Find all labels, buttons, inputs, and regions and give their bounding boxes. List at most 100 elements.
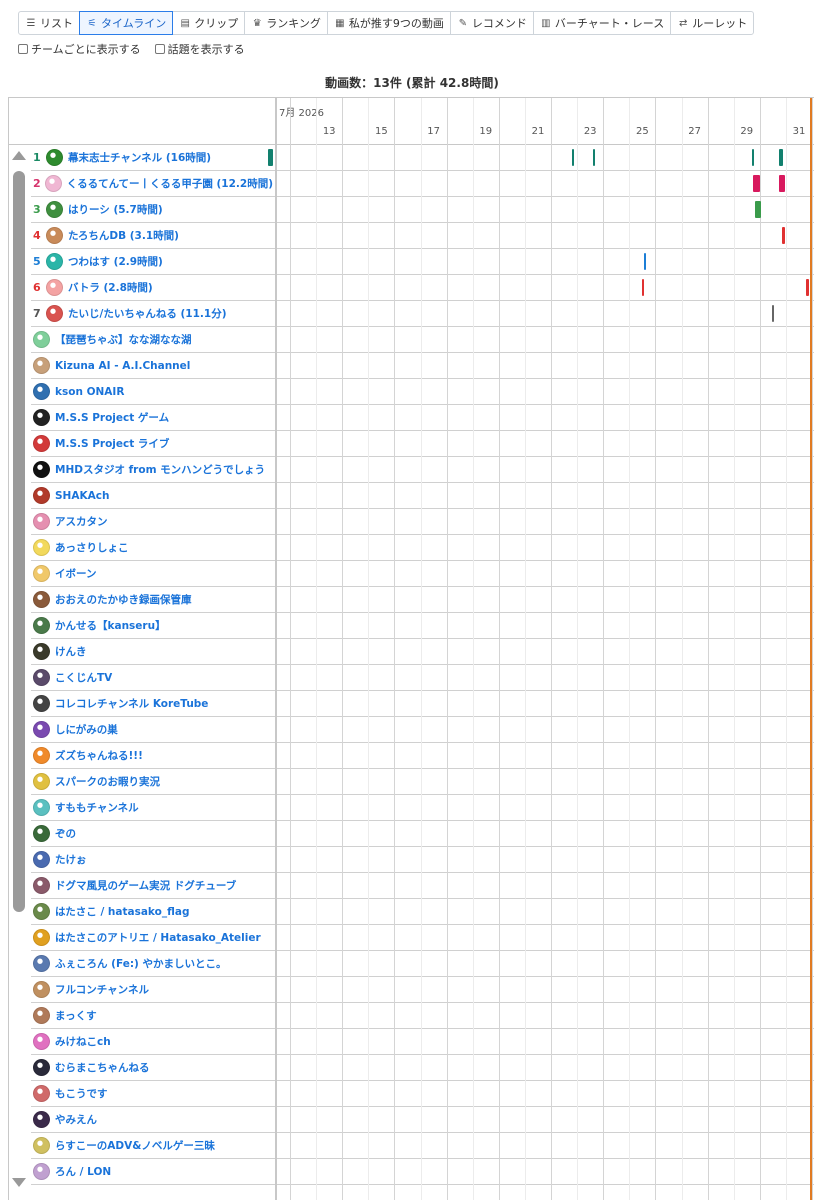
session-bar[interactable] [805,279,810,296]
session-bar[interactable] [771,305,774,322]
session-bar[interactable] [752,149,755,166]
channel-name-link[interactable]: アスカタン [55,514,108,529]
tab-wand[interactable]: ✎ レコメンド [449,11,534,35]
show-by-team-option[interactable]: チームごとに表示する [18,41,141,57]
session-bar[interactable] [592,149,596,166]
channel-name-link[interactable]: やみえん [55,1112,97,1127]
day-gridline [368,98,370,1200]
channel-name-link[interactable]: ぞの [55,826,76,841]
channel-label: 1 幕末志士チャンネル (16時間) [33,145,273,170]
scroll-down-arrow-icon[interactable] [12,1178,26,1187]
channel-row: 6 バトラ (2.8時間) [31,275,814,301]
day-gridline [472,98,474,1200]
tab-trophy[interactable]: ♛ ランキング [244,11,328,35]
tab-shuffle[interactable]: ⇄ ルーレット [670,11,755,35]
channel-avatar [33,1007,50,1024]
channel-avatar [33,461,50,478]
tab-label: クリップ [194,17,239,30]
channel-name-link[interactable]: 【琵琶ちゃぶ】なな湖なな湖 [55,332,192,347]
channel-name-link[interactable]: kson ONAIR [55,386,124,398]
channel-name-link[interactable]: SHAKAch [55,490,109,502]
channel-name-link[interactable]: けんき [55,644,87,659]
scrollbar-thumb[interactable] [13,171,25,912]
tab-list[interactable]: ☰ リスト [18,11,80,35]
session-bar[interactable] [641,279,644,296]
tab-label: ルーレット [692,17,748,30]
channel-name-link[interactable]: たいじ/たいちゃんねる (11.1分) [68,306,227,321]
month-label: 7月 2026 [279,108,324,119]
channel-name-link[interactable]: くるるてんてー丨くるる甲子園 (12.2時間) [67,176,273,191]
channel-name-link[interactable]: スパークのお暇り実況 [55,774,160,789]
session-bar[interactable] [571,149,574,166]
tab-label: タイムライン [101,17,167,30]
channel-label: SHAKAch [33,483,273,508]
channel-name-link[interactable]: あっさりしょこ [55,540,129,555]
show-topic-checkbox[interactable] [154,44,165,54]
channel-name-link[interactable]: バトラ (2.8時間) [68,280,153,295]
channel-name-link[interactable]: たけぉ [55,852,87,867]
channel-row: はたさこ / hatasako_flag [31,899,814,925]
channel-name-link[interactable]: M.S.S Project ライブ [55,436,169,451]
label-column-separator [275,98,277,1200]
channel-name-link[interactable]: フルコンチャンネル [55,982,149,997]
channel-name-link[interactable]: まっくす [55,1008,97,1023]
session-bar[interactable] [754,201,762,218]
channel-name-link[interactable]: みけねこch [55,1034,111,1049]
day-tick-label: 31 [792,126,806,137]
channel-name-link[interactable]: M.S.S Project ゲーム [55,410,169,425]
channel-label: らすこーのADV&ノベルゲー三昧 [33,1133,273,1158]
channel-name-link[interactable]: おおえのたかゆき録画保管庫 [55,592,192,607]
show-by-team-checkbox[interactable] [18,44,28,54]
channel-name-link[interactable]: 幕末志士チャンネル (16時間) [68,150,211,165]
tab-bar-chart[interactable]: ▥ バーチャート・レース [532,11,672,35]
channel-label: 4 たろちんDB (3.1時間) [33,223,273,248]
session-bar[interactable] [779,149,784,166]
channel-avatar [33,357,50,374]
channel-name-link[interactable]: コレコレチャンネル KoreTube [55,696,208,711]
channel-name-link[interactable]: はたさこ / hatasako_flag [55,904,190,919]
channel-name-link[interactable]: はたさこのアトリエ / Hatasako_Atelier [55,930,261,945]
channel-row: こくじんTV [31,665,814,691]
channel-name-link[interactable]: つわはす (2.9時間) [68,254,163,269]
bar-chart-icon: ▥ [541,17,551,29]
session-bar[interactable] [753,175,760,192]
session-bar[interactable] [782,227,785,244]
channel-name-link[interactable]: ズズちゃんねる!!! [55,748,143,763]
channel-name-link[interactable]: らすこーのADV&ノベルゲー三昧 [55,1138,215,1153]
channel-label: 7 たいじ/たいちゃんねる (11.1分) [33,301,273,326]
tab-film[interactable]: ▤ クリップ [172,11,246,35]
channel-name-link[interactable]: もこうです [55,1086,108,1101]
day-gridline [655,98,657,1200]
channel-row: しにがみの巣 [31,717,814,743]
channel-row: スパークのお暇り実況 [31,769,814,795]
channel-avatar [46,279,63,296]
channel-rank: 1 [33,151,41,164]
channel-name-link[interactable]: すももチャンネル [55,800,139,815]
day-tick-label: 29 [740,126,754,137]
channel-name-link[interactable]: しにがみの巣 [55,722,118,737]
session-bar[interactable] [267,149,274,166]
show-topic-option[interactable]: 話題を表示する [154,41,245,57]
channel-name-link[interactable]: ろん / LON [55,1164,111,1179]
day-gridline [524,98,526,1200]
session-bar[interactable] [643,253,647,270]
channel-name-link[interactable]: ドグマ風見のゲーム実況 ドグチューブ [55,878,236,893]
channel-name-link[interactable]: たろちんDB (3.1時間) [68,228,179,243]
channel-name-link[interactable]: MHDスタジオ from モンハンどうでしょう [55,462,265,477]
channel-name-link[interactable]: かんせる【kanseru】 [55,618,166,633]
channel-row: ドグマ風見のゲーム実況 ドグチューブ [31,873,814,899]
channel-name-link[interactable]: はりーシ (5.7時間) [68,202,163,217]
film-icon: ▤ [180,17,190,29]
channel-avatar [33,487,50,504]
session-bar[interactable] [779,175,785,192]
tab-sliders[interactable]: ⚟ タイムライン [79,11,174,35]
channel-name-link[interactable]: こくじんTV [55,670,112,685]
tab-grid[interactable]: ▦ 私が推す9つの動画 [326,11,451,35]
channel-name-link[interactable]: イボーン [55,566,96,581]
channel-name-link[interactable]: むらまこちゃんねる [55,1060,150,1075]
channel-label: 6 バトラ (2.8時間) [33,275,273,300]
scroll-up-arrow-icon[interactable] [12,151,26,160]
channel-name-link[interactable]: ふぇころん (Fe:) やかましいとこ。 [55,956,226,971]
channel-name-link[interactable]: Kizuna AI - A.I.Channel [55,360,190,372]
channel-label: フルコンチャンネル [33,977,273,1002]
